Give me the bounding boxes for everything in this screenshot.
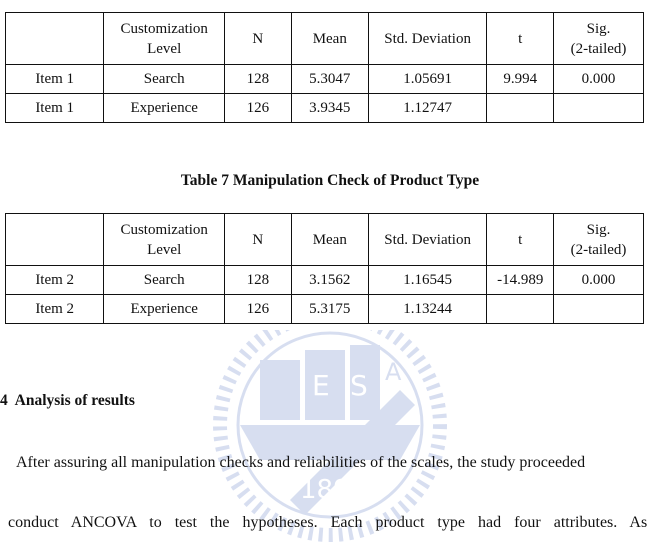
cell-std-deviation: 1.13244: [367, 294, 488, 324]
table-7-manipulation-check-product-type: Customization Level N Mean Std. Deviatio…: [4, 213, 644, 324]
cell-level: Search: [103, 64, 225, 94]
table-row: Item 2 Search 128 3.1562 1.16545 -14.989…: [4, 265, 644, 295]
table-7-caption: Table 7 Manipulation Check of Product Ty…: [180, 172, 480, 189]
cell-level: Experience: [103, 93, 225, 123]
cell-n: 126: [224, 93, 292, 123]
header-cell-sig: Sig. (2-tailed): [553, 213, 644, 266]
header-cell-t: t: [486, 213, 555, 266]
header-cell-t: t: [486, 12, 555, 65]
cell-t: 9.994: [486, 64, 555, 94]
cell-std-deviation: 1.16545: [367, 265, 488, 295]
watermark-year: 1896: [300, 475, 366, 505]
header-cell-n: N: [224, 213, 292, 266]
table-row: Item 1 Experience 126 3.9345 1.12747: [4, 93, 644, 123]
cell-std-deviation: 1.05691: [367, 64, 488, 94]
table-6-manipulation-check: Customization Level N Mean Std. Deviatio…: [4, 12, 644, 123]
cell-item: Item 2: [4, 294, 105, 324]
paragraph-line: conduct ANCOVA to test the hypotheses. E…: [8, 514, 648, 531]
cell-t: [486, 93, 555, 123]
header-cell-std-deviation: Std. Deviation: [367, 12, 488, 65]
cell-level: Search: [103, 265, 225, 295]
header-cell-mean: Mean: [290, 12, 369, 65]
paragraph-line: After assuring all manipulation checks a…: [16, 454, 586, 471]
table-header-row: Customization Level N Mean Std. Deviatio…: [4, 12, 644, 65]
header-cell-std-deviation: Std. Deviation: [367, 213, 488, 266]
cell-n: 128: [224, 265, 292, 295]
header-cell-empty: [4, 12, 105, 65]
section-heading: 4 Analysis of results: [0, 392, 135, 409]
table-header-row: Customization Level N Mean Std. Deviatio…: [4, 213, 644, 266]
cell-mean: 3.9345: [290, 93, 369, 123]
header-cell-customization-level: Customization Level: [103, 12, 225, 65]
cell-sig: 0.000: [553, 265, 644, 295]
header-cell-empty: [4, 213, 105, 266]
header-cell-customization-level: Customization Level: [103, 213, 225, 266]
cell-n: 128: [224, 64, 292, 94]
cell-n: 126: [224, 294, 292, 324]
cell-mean: 5.3175: [290, 294, 369, 324]
cell-item: Item 1: [4, 93, 105, 123]
cell-mean: 5.3047: [290, 64, 369, 94]
cell-t: -14.989: [486, 265, 555, 295]
cell-sig: 0.000: [553, 64, 644, 94]
cell-mean: 3.1562: [290, 265, 369, 295]
table-row: Item 1 Search 128 5.3047 1.05691 9.994 0…: [4, 64, 644, 94]
cell-item: Item 1: [4, 64, 105, 94]
header-cell-mean: Mean: [290, 213, 369, 266]
cell-std-deviation: 1.12747: [367, 93, 488, 123]
table-row: Item 2 Experience 126 5.3175 1.13244: [4, 294, 644, 324]
cell-t: [486, 294, 555, 324]
cell-level: Experience: [103, 294, 225, 324]
header-cell-sig: Sig. (2-tailed): [553, 12, 644, 65]
header-cell-n: N: [224, 12, 292, 65]
cell-sig: [553, 93, 644, 123]
cell-sig: [553, 294, 644, 324]
watermark-letter: A: [385, 358, 402, 386]
cell-item: Item 2: [4, 265, 105, 295]
